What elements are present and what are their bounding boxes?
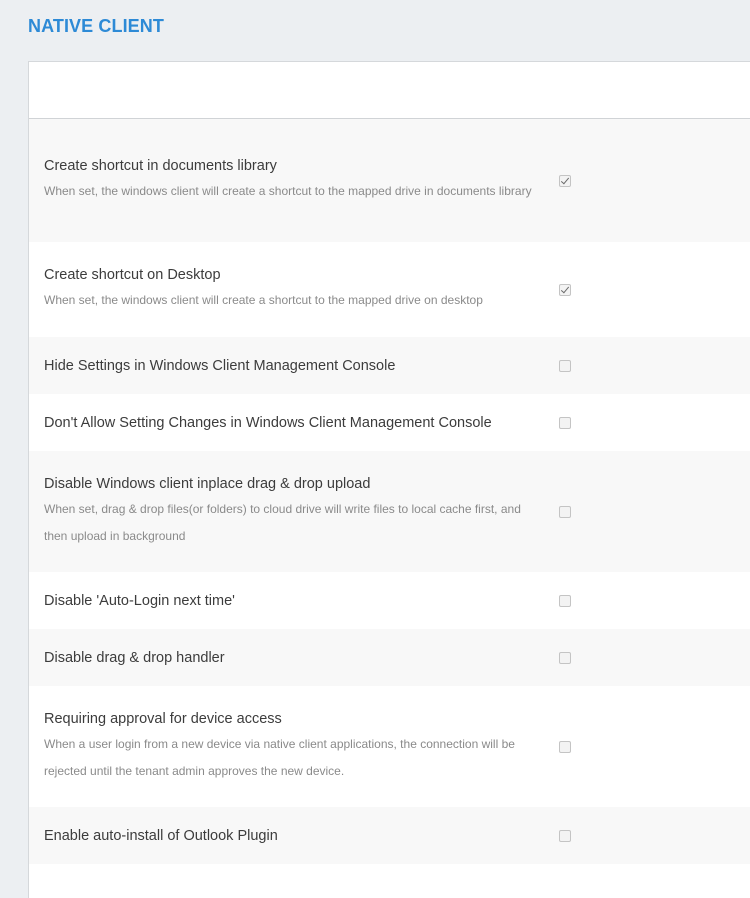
setting-row-shortcut-documents: Create shortcut in documents library Whe… (29, 119, 750, 242)
hide-settings-checkbox[interactable] (559, 359, 571, 372)
setting-description: When a user login from a new device via … (44, 736, 515, 778)
shortcut-desktop-checkbox[interactable] (559, 283, 571, 296)
setting-title: Don't Allow Setting Changes in Windows C… (44, 414, 492, 431)
page-title: NATIVE CLIENT (28, 16, 164, 36)
setting-row-disable-drag-drop-handler: Disable drag & drop handler (29, 629, 750, 686)
settings-panel: Create shortcut in documents library Whe… (28, 61, 750, 898)
outlook-plugin-checkbox[interactable] (559, 829, 571, 842)
setting-title: Hide Settings in Windows Client Manageme… (44, 357, 396, 374)
setting-row-disable-inplace-upload: Disable Windows client inplace drag & dr… (29, 451, 750, 572)
shortcut-documents-checkbox[interactable] (559, 174, 571, 187)
setting-row-device-approval: Requiring approval for device access Whe… (29, 686, 750, 807)
setting-description: When set, drag & drop files(or folders) … (44, 501, 521, 543)
panel-header (29, 62, 750, 119)
setting-description: When set, the windows client will create… (44, 184, 532, 198)
disable-inplace-upload-checkbox[interactable] (559, 505, 571, 518)
setting-title: Create shortcut on Desktop (44, 267, 221, 283)
setting-title: Requiring approval for device access (44, 710, 282, 727)
setting-row-shortcut-desktop: Create shortcut on Desktop When set, the… (29, 242, 750, 337)
disallow-changes-checkbox[interactable] (559, 416, 571, 429)
setting-row-disable-auto-login: Disable 'Auto-Login next time' (29, 572, 750, 629)
setting-row-hide-settings: Hide Settings in Windows Client Manageme… (29, 337, 750, 394)
setting-title: Enable auto-install of Outlook Plugin (44, 827, 278, 844)
settings-list: Create shortcut in documents library Whe… (29, 119, 750, 864)
setting-title: Disable 'Auto-Login next time' (44, 592, 235, 609)
setting-title: Disable Windows client inplace drag & dr… (44, 475, 371, 492)
setting-row-disallow-changes: Don't Allow Setting Changes in Windows C… (29, 394, 750, 451)
setting-row-outlook-plugin: Enable auto-install of Outlook Plugin (29, 807, 750, 864)
device-approval-checkbox[interactable] (559, 740, 571, 753)
setting-description: When set, the windows client will create… (44, 293, 483, 307)
setting-title: Disable drag & drop handler (44, 649, 225, 666)
disable-drag-drop-handler-checkbox[interactable] (559, 651, 571, 664)
setting-title: Create shortcut in documents library (44, 158, 277, 174)
disable-auto-login-checkbox[interactable] (559, 594, 571, 607)
